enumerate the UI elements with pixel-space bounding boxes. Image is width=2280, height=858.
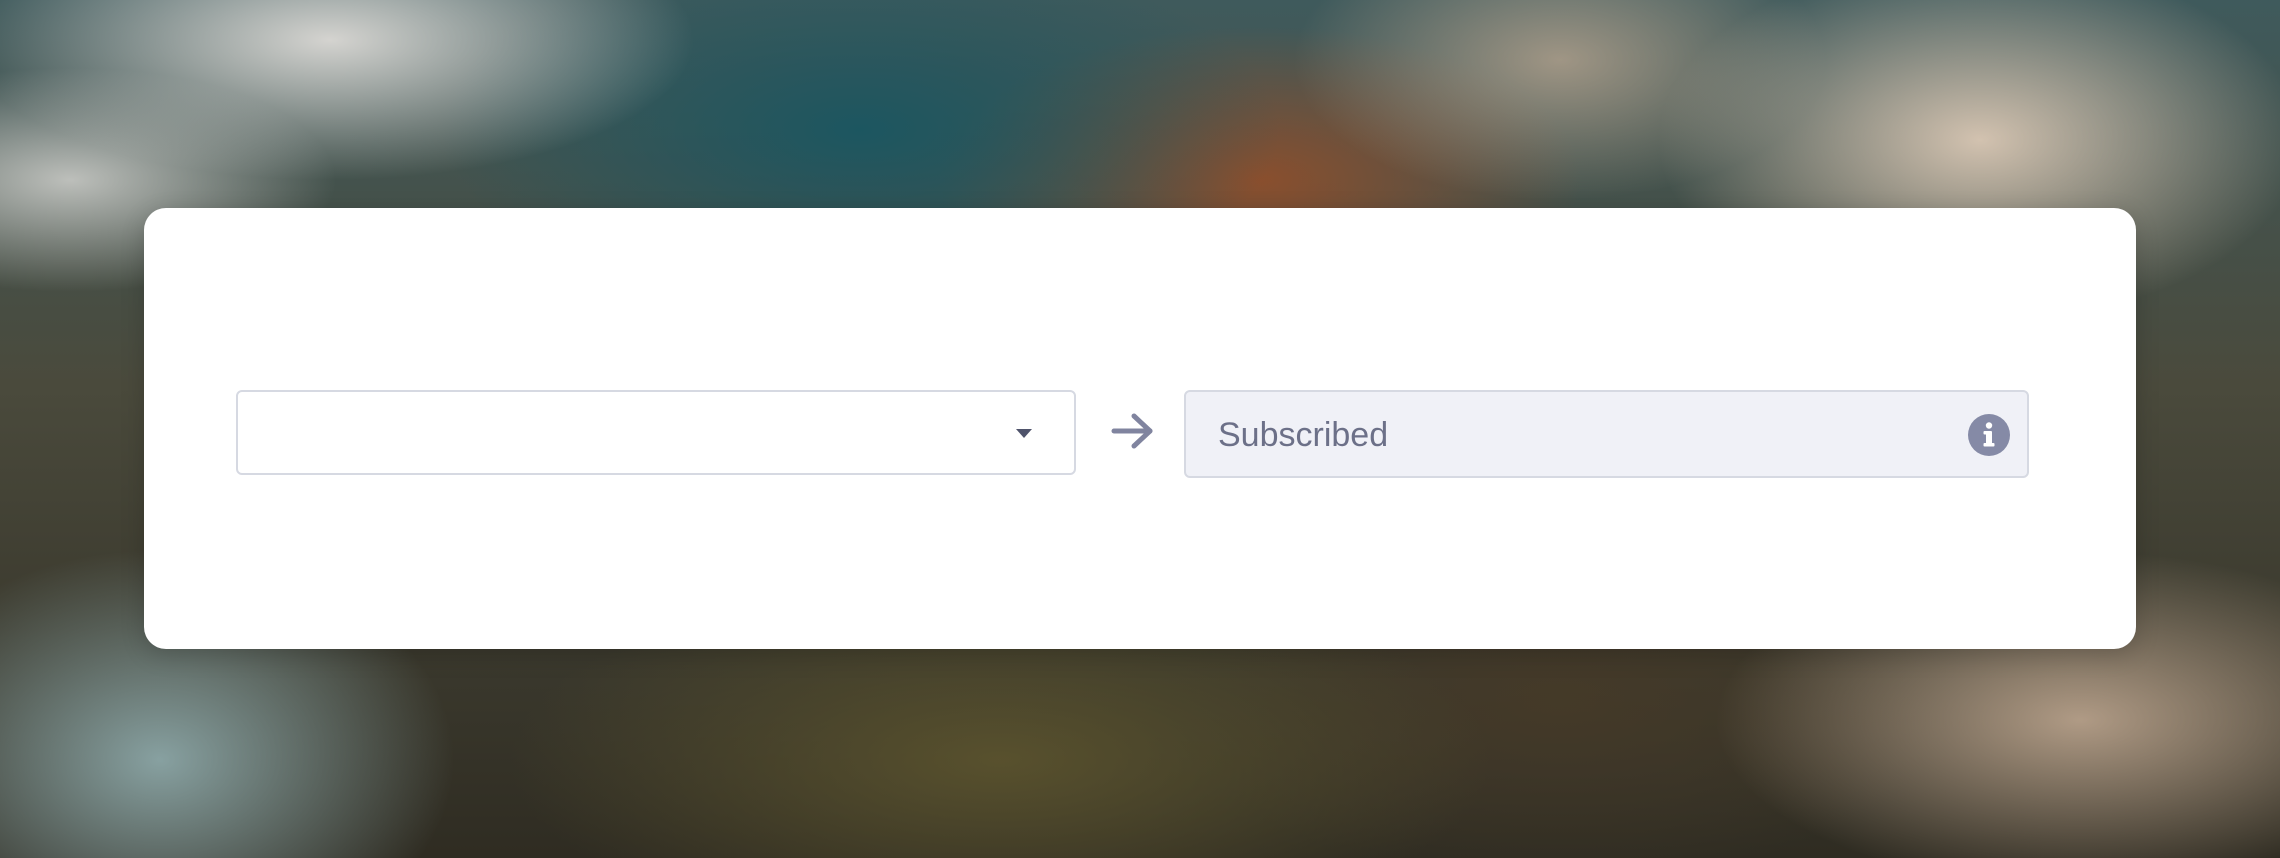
target-field-value: Subscribed — [1218, 416, 1389, 454]
target-field-readonly: Subscribed — [1184, 390, 2029, 478]
mapping-card: Subscribed — [144, 208, 2136, 649]
chevron-down-icon[interactable] — [1016, 429, 1032, 438]
arrow-right-icon — [1111, 413, 1153, 449]
source-field-select[interactable] — [236, 390, 1076, 475]
info-icon[interactable] — [1968, 414, 2010, 456]
